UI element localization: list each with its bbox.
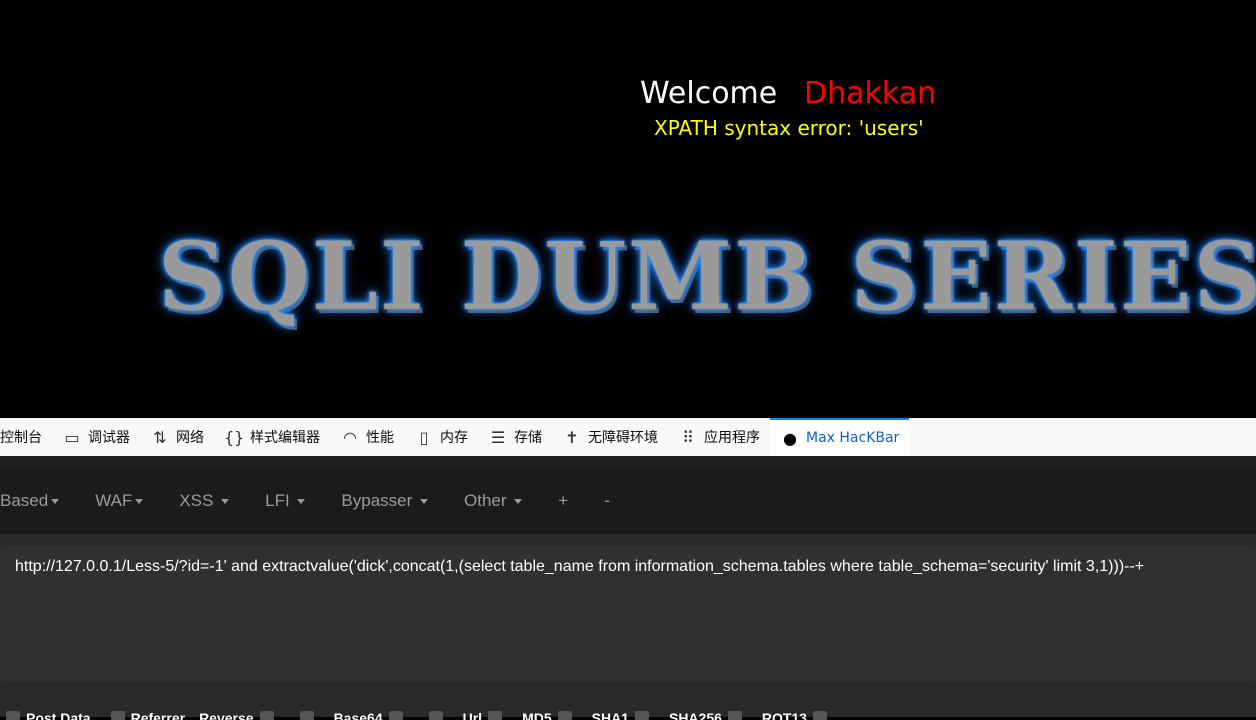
option-md5[interactable]: MD5: [522, 710, 578, 720]
option-rot13[interactable]: ROT13: [762, 710, 833, 720]
tab-max-hackbar-label: Max HacKBar: [806, 430, 900, 446]
tab-accessibility[interactable]: ✝ 无障碍环境: [552, 418, 668, 456]
menu-lfi[interactable]: LFI: [247, 491, 323, 511]
option-label: Referrer: [130, 710, 186, 720]
remove-button[interactable]: -: [586, 491, 628, 511]
sqli-page: Welcome Dhakkan XPATH syntax error: 'use…: [0, 0, 1256, 418]
add-button[interactable]: +: [540, 491, 586, 511]
tab-storage-label: 存储: [514, 430, 542, 446]
menu-xss-label: XSS: [179, 491, 214, 510]
tab-style-editor[interactable]: {} 样式编辑器: [214, 418, 330, 456]
option-reverse[interactable]: Reverse: [199, 710, 280, 720]
chevron-down-icon: [514, 499, 523, 505]
checkbox[interactable]: [110, 711, 125, 720]
performance-icon: ◠: [343, 427, 357, 447]
tab-memory[interactable]: ▯ 内存: [404, 418, 478, 456]
option-label: SHA1: [591, 710, 629, 720]
menu-based-label: Based: [0, 491, 49, 510]
devtools-tabbar: 控制台 ▭ 调试器 ⇅ 网络 {} 样式编辑器 ◠ 性能 ▯ 内存 ☰ 存储 ✝…: [0, 418, 1256, 457]
tab-memory-label: 内存: [440, 430, 468, 446]
chevron-down-icon: [135, 499, 144, 505]
tab-debugger[interactable]: ▭ 调试器: [52, 418, 140, 456]
chevron-down-icon: [51, 499, 60, 505]
chevron-down-icon: [420, 499, 429, 505]
option-url[interactable]: Url: [463, 710, 508, 720]
option-base64[interactable]: Base64: [334, 710, 409, 720]
option-button[interactable]: [557, 711, 572, 720]
hackbar-icon: ●: [783, 428, 797, 448]
option-button[interactable]: [634, 711, 649, 720]
option-button[interactable]: [259, 711, 274, 720]
accessibility-icon: ✝: [565, 427, 579, 447]
option-post-data[interactable]: Post Data: [0, 710, 91, 720]
option-label: SHA256: [668, 710, 722, 720]
tab-console[interactable]: 控制台: [0, 418, 52, 456]
tab-debugger-label: 调试器: [88, 430, 130, 446]
option-button[interactable]: [299, 711, 314, 720]
chevron-down-icon: [221, 499, 230, 505]
banner-area: SQLI DUMB SERIES: [0, 200, 1256, 340]
network-icon: ⇅: [153, 427, 167, 447]
menu-bypasser-label: Bypasser: [341, 491, 413, 510]
option-referrer[interactable]: Referrer: [105, 710, 185, 720]
menu-waf-label: WAF: [95, 491, 133, 510]
storage-icon: ☰: [490, 427, 506, 447]
application-icon: ⠿: [682, 427, 694, 447]
tab-console-label: 控制台: [0, 430, 42, 446]
menu-based[interactable]: Based: [0, 491, 77, 511]
option-button[interactable]: [488, 711, 503, 720]
tab-accessibility-label: 无障碍环境: [588, 430, 658, 446]
option-sha256[interactable]: SHA256: [669, 710, 748, 720]
hackbar-options: Post Data Referrer Reverse Base64 Url MD…: [0, 710, 1256, 720]
option-label: Reverse: [199, 710, 254, 720]
menu-lfi-label: LFI: [265, 491, 290, 510]
option-button[interactable]: [388, 711, 403, 720]
option-label: Base64: [333, 710, 383, 720]
tab-performance-label: 性能: [366, 430, 394, 446]
menu-bypasser[interactable]: Bypasser: [323, 491, 446, 511]
tab-application-label: 应用程序: [704, 430, 760, 446]
menu-xss[interactable]: XSS: [161, 491, 247, 511]
option-label: MD5: [522, 710, 552, 720]
memory-icon: ▯: [419, 427, 429, 447]
username-text: Dhakkan: [804, 76, 937, 111]
option-label: ROT13: [761, 710, 808, 720]
tab-max-hackbar[interactable]: ● Max HacKBar: [770, 418, 910, 456]
hackbar-divider: [0, 456, 1256, 468]
option-label: Url: [462, 710, 483, 720]
url-input[interactable]: http://127.0.0.1/Less-5/?id=-1' and extr…: [0, 546, 1256, 682]
menu-waf[interactable]: WAF: [77, 491, 161, 511]
welcome-text: Welcome: [640, 76, 778, 111]
tab-storage[interactable]: ☰ 存储: [478, 418, 552, 456]
option-spacer-2[interactable]: [423, 710, 449, 720]
debugger-icon: ▭: [64, 427, 80, 447]
style-editor-icon: {}: [224, 427, 245, 447]
tab-network[interactable]: ⇅ 网络: [140, 418, 214, 456]
hackbar-panel: Based WAF XSS LFI Bypasser Other + - htt…: [0, 456, 1256, 720]
xpath-error-text: XPATH syntax error: 'users': [654, 116, 924, 140]
checkbox[interactable]: [6, 711, 20, 720]
option-button[interactable]: [727, 711, 742, 720]
tab-network-label: 网络: [176, 430, 204, 446]
menu-other[interactable]: Other: [446, 491, 540, 511]
tab-application[interactable]: ⠿ 应用程序: [668, 418, 770, 456]
hackbar-menu: Based WAF XSS LFI Bypasser Other + -: [0, 468, 1256, 534]
option-button[interactable]: [813, 711, 828, 720]
tab-style-editor-label: 样式编辑器: [250, 430, 320, 446]
option-sha1[interactable]: SHA1: [592, 710, 655, 720]
option-button[interactable]: [428, 711, 443, 720]
sqli-dumb-series-banner: SQLI DUMB SERIES: [158, 222, 1256, 332]
option-label: Post Data: [26, 710, 91, 720]
menu-other-label: Other: [464, 491, 507, 510]
option-spacer[interactable]: [294, 710, 320, 720]
tab-performance[interactable]: ◠ 性能: [330, 418, 404, 456]
chevron-down-icon: [297, 499, 306, 505]
